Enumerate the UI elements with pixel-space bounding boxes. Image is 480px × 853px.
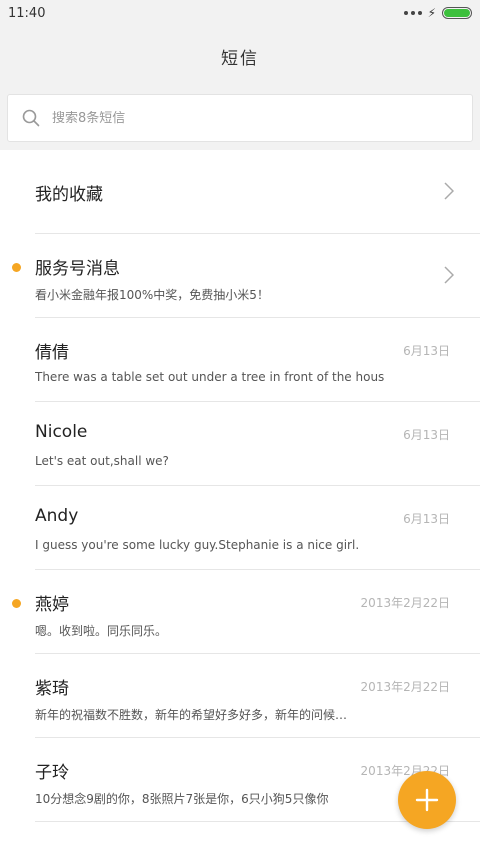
conversation-name: 服务号消息	[35, 259, 120, 279]
search-icon	[22, 109, 40, 127]
page-title: 短信	[221, 48, 259, 69]
status-time: 11:40	[8, 5, 46, 21]
conversation-list: 我的收藏 服务号消息 看小米金融年报100%中奖，免费抽小米5！ 倩倩 6月13…	[0, 150, 480, 822]
search-area	[0, 86, 480, 150]
conversation-name: Andy	[35, 506, 79, 526]
conversation-row[interactable]: 服务号消息 看小米金融年报100%中奖，免费抽小米5！	[12, 234, 480, 318]
conversation-preview: I guess you're some lucky guy.Stephanie …	[35, 538, 360, 552]
conversation-row[interactable]: 倩倩 6月13日 There was a table set out under…	[35, 318, 480, 402]
battery-icon	[442, 7, 472, 19]
signal-dots-icon	[403, 11, 422, 15]
unread-dot	[12, 263, 21, 272]
search-input[interactable]	[52, 110, 432, 126]
conversation-time: 6月13日	[403, 512, 450, 526]
search-box[interactable]	[7, 94, 473, 142]
status-icons: ⚡	[403, 6, 472, 20]
conversation-name: 子玲	[35, 763, 69, 783]
title-bar: 短信	[0, 26, 480, 86]
plus-icon	[415, 788, 439, 812]
chevron-right-icon	[444, 182, 454, 200]
status-bar: 11:40 ⚡	[0, 0, 480, 26]
conversation-row[interactable]: 紫琦 2013年2月22日 新年的祝福数不胜数，新年的希望好多好多，新年的问候…	[35, 654, 480, 738]
conversation-preview: 10分想念9剧的你，8张照片7张是你，6只小狗5只像你	[35, 792, 329, 806]
conversation-time: 2013年2月22日	[360, 596, 450, 610]
conversation-preview: Let's eat out,shall we?	[35, 454, 169, 468]
new-message-button[interactable]	[398, 771, 456, 829]
conversation-time: 6月13日	[403, 344, 450, 358]
conversation-time: 2013年2月22日	[360, 680, 450, 694]
conversation-row[interactable]: 燕婷 2013年2月22日 嗯。收到啦。同乐同乐。	[12, 570, 480, 654]
conversation-preview: There was a table set out under a tree i…	[35, 370, 385, 384]
chevron-right-icon	[444, 266, 454, 284]
conversation-name: Nicole	[35, 422, 88, 442]
conversation-name: 紫琦	[35, 679, 69, 699]
favorites-row[interactable]: 我的收藏	[35, 150, 480, 234]
charging-icon: ⚡	[427, 6, 436, 20]
favorites-label: 我的收藏	[35, 185, 103, 205]
conversation-preview: 新年的祝福数不胜数，新年的希望好多好多，新年的问候…	[35, 708, 348, 722]
conversation-name: 倩倩	[35, 343, 69, 363]
conversation-name: 燕婷	[35, 595, 69, 615]
unread-dot	[12, 599, 21, 608]
conversation-time: 6月13日	[403, 428, 450, 442]
conversation-row[interactable]: Andy 6月13日 I guess you're some lucky guy…	[35, 486, 480, 570]
conversation-preview: 嗯。收到啦。同乐同乐。	[35, 624, 168, 638]
conversation-preview: 看小米金融年报100%中奖，免费抽小米5！	[35, 288, 269, 302]
conversation-row[interactable]: Nicole 6月13日 Let's eat out,shall we?	[35, 402, 480, 486]
